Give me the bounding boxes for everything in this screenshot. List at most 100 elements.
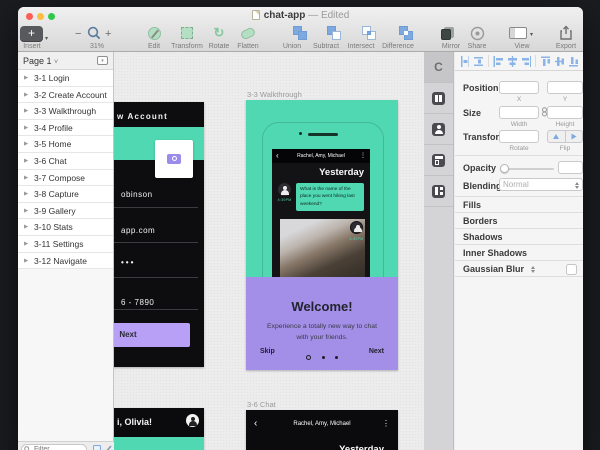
- disclosure-icon[interactable]: ▶: [24, 136, 28, 153]
- share-tool[interactable]: Share: [462, 25, 492, 50]
- transform-tool[interactable]: Transform: [168, 25, 206, 50]
- sidebar-item-navigate[interactable]: ▶3-12 Navigate: [18, 253, 113, 270]
- section-shadows[interactable]: Shadows: [455, 228, 583, 244]
- edit-tool[interactable]: Edit: [138, 25, 170, 50]
- page-list-toggle-icon[interactable]: ▾: [97, 56, 108, 65]
- sidebar-item-walkthrough[interactable]: ▶3-3 Walkthrough: [18, 103, 113, 120]
- export-tool[interactable]: Export: [550, 25, 582, 50]
- pager-dot[interactable]: [322, 356, 325, 359]
- field-divider: [114, 207, 198, 208]
- disclosure-icon[interactable]: ▶: [24, 219, 28, 236]
- section-fills[interactable]: Fills: [455, 196, 583, 212]
- flip-vertical-button[interactable]: [565, 131, 583, 142]
- disclosure-icon[interactable]: ▶: [24, 236, 28, 253]
- page-item-label: 3-5 Home: [34, 139, 71, 149]
- avatar[interactable]: [186, 414, 199, 427]
- artboard-label-walkthrough[interactable]: 3-3 Walkthrough: [247, 90, 302, 99]
- zoom-in-button[interactable]: +: [105, 28, 111, 40]
- align-center-horizontal-icon[interactable]: [507, 56, 516, 67]
- welcome-panel: Welcome! Experience a totally new way to…: [246, 277, 398, 370]
- pencil-icon[interactable]: [104, 445, 112, 450]
- disclosure-icon[interactable]: ▶: [24, 153, 28, 170]
- distribute-vertically-icon[interactable]: [474, 56, 483, 67]
- subtract-tool[interactable]: Subtract: [308, 25, 344, 50]
- plugin-photos-button[interactable]: [424, 114, 453, 145]
- craft-logo-button[interactable]: C: [424, 52, 453, 83]
- artboard-home[interactable]: i, Olivia!: [114, 408, 204, 450]
- flatten-tool[interactable]: Flatten: [231, 25, 265, 50]
- rotate-tool[interactable]: ↻ Rotate: [204, 25, 234, 50]
- size-width-input[interactable]: [499, 106, 539, 119]
- disclosure-icon[interactable]: ▶: [24, 170, 28, 187]
- sidebar-item-home[interactable]: ▶ 3-5 Home: [18, 136, 113, 153]
- align-middle-icon[interactable]: [555, 56, 564, 67]
- next-button[interactable]: Next: [114, 323, 190, 347]
- sidebar-item-chat[interactable]: ▶3-6 Chat: [18, 153, 113, 170]
- name-field-value[interactable]: obinson: [121, 190, 153, 199]
- email-field-value[interactable]: app.com: [121, 226, 155, 235]
- position-x-input[interactable]: [499, 81, 539, 94]
- plugin-panels-button[interactable]: [424, 83, 453, 114]
- walkthrough-next-button[interactable]: Next: [369, 348, 384, 355]
- disclosure-icon[interactable]: ▶: [24, 253, 28, 270]
- align-right-icon[interactable]: [521, 56, 530, 67]
- blur-type-stepper-icon[interactable]: [531, 266, 535, 273]
- blending-dropdown[interactable]: Normal: [499, 178, 583, 191]
- pager-dot[interactable]: [335, 356, 338, 359]
- avatar: [350, 221, 363, 234]
- avatar-upload-card[interactable]: [155, 140, 193, 178]
- duplicate-icon: [432, 154, 445, 167]
- align-left-icon[interactable]: [493, 56, 502, 67]
- phone-field-value[interactable]: 6 - 7890: [121, 298, 154, 307]
- artboard-chat[interactable]: ‹ Rachel, Amy, Michael ⋮ Yesterday: [246, 410, 398, 450]
- opacity-input[interactable]: [558, 161, 583, 174]
- align-bottom-icon[interactable]: [569, 56, 578, 67]
- rotate-icon: ↻: [204, 25, 234, 42]
- sidebar-item-gallery[interactable]: ▶3-9 Gallery: [18, 203, 113, 220]
- section-gaussian-blur[interactable]: Gaussian Blur: [455, 260, 583, 277]
- password-field-value[interactable]: •••: [121, 258, 135, 267]
- doc-icon[interactable]: [93, 445, 101, 450]
- section-inner-shadows[interactable]: Inner Shadows: [455, 244, 583, 260]
- flip-horizontal-button[interactable]: [548, 131, 565, 142]
- flip-control[interactable]: [547, 130, 583, 143]
- sidebar-item-capture[interactable]: ▶3-8 Capture: [18, 186, 113, 203]
- align-top-icon[interactable]: [541, 56, 550, 67]
- disclosure-icon[interactable]: ▶: [24, 203, 28, 220]
- intersect-tool[interactable]: Intersect: [343, 25, 379, 50]
- sidebar-item-compose[interactable]: ▶3-7 Compose: [18, 170, 113, 187]
- magnifier-icon[interactable]: [87, 26, 101, 40]
- plugin-duplicate-button[interactable]: [424, 145, 453, 176]
- difference-tool[interactable]: Difference: [378, 25, 418, 50]
- gaussian-blur-checkbox[interactable]: [566, 264, 577, 275]
- artboard-walkthrough[interactable]: ‹ Rachel, Amy, Michael ⋮ Yesterday 4:30P…: [246, 100, 398, 370]
- opacity-slider-knob[interactable]: [500, 164, 509, 173]
- zoom-out-button[interactable]: −: [75, 28, 81, 40]
- sidebar-item-create-account[interactable]: ▶3-2 Create Account: [18, 87, 113, 104]
- pager-dot-active[interactable]: [306, 355, 311, 360]
- page-selector[interactable]: Page 1 ˅ ▾: [18, 52, 113, 70]
- sidebar-item-login[interactable]: ▶3-1 Login: [18, 70, 113, 87]
- disclosure-icon[interactable]: ▶: [24, 186, 28, 203]
- view-tool[interactable]: ▾ View: [504, 25, 540, 50]
- opacity-slider-track[interactable]: [502, 168, 554, 170]
- section-borders[interactable]: Borders: [455, 212, 583, 228]
- sidebar-item-settings[interactable]: ▶3-11 Settings: [18, 236, 113, 253]
- sidebar-item-stats[interactable]: ▶3-10 Stats: [18, 219, 113, 236]
- disclosure-icon[interactable]: ▶: [24, 70, 28, 87]
- avatar: [278, 183, 291, 196]
- disclosure-icon[interactable]: ▶: [24, 103, 28, 120]
- disclosure-icon[interactable]: ▶: [24, 120, 28, 137]
- size-height-input[interactable]: [547, 106, 583, 119]
- artboard-label-chat[interactable]: 3-6 Chat: [247, 400, 276, 409]
- transform-rotate-input[interactable]: [499, 130, 539, 143]
- sidebar-item-profile[interactable]: ▶3-4 Profile: [18, 120, 113, 137]
- distribute-horizontally-icon[interactable]: [460, 56, 469, 67]
- insert-button[interactable]: +: [20, 26, 43, 42]
- position-y-input[interactable]: [547, 81, 583, 94]
- plugin-library-button[interactable]: [424, 176, 453, 207]
- union-tool[interactable]: Union: [276, 25, 308, 50]
- artboard-create-account[interactable]: w Account obinson app.com ••• 6 - 7890 N…: [114, 102, 204, 367]
- disclosure-icon[interactable]: ▶: [24, 87, 28, 104]
- canvas[interactable]: w Account obinson app.com ••• 6 - 7890 N…: [114, 52, 424, 450]
